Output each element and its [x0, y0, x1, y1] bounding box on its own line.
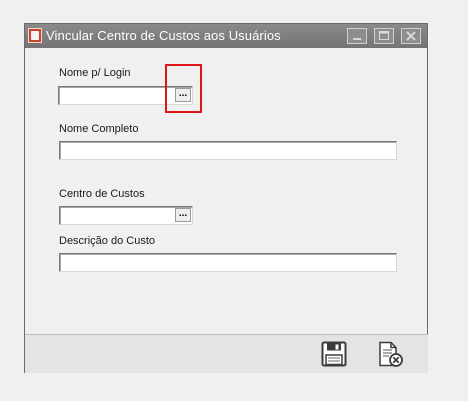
- maximize-icon: [379, 31, 389, 40]
- cost-description-label: Descrição do Custo: [59, 235, 155, 247]
- cancel-document-icon: [379, 341, 403, 367]
- cost-center-lookup-button[interactable]: ...: [175, 208, 191, 222]
- cost-center-label: Centro de Custos: [59, 188, 145, 200]
- full-name-label: Nome Completo: [59, 123, 139, 135]
- full-name-input[interactable]: [59, 141, 397, 160]
- cost-description-input[interactable]: [59, 253, 397, 272]
- save-icon: [321, 341, 347, 367]
- window-title: Vincular Centro de Custos aos Usuários: [46, 28, 281, 43]
- close-icon: [406, 31, 416, 41]
- cost-center-input[interactable]: [59, 206, 193, 225]
- cancel-button[interactable]: [376, 340, 404, 368]
- dialog-footer: [25, 334, 428, 373]
- minimize-icon: [353, 38, 361, 40]
- app-icon: [28, 28, 42, 43]
- maximize-button[interactable]: [374, 28, 394, 44]
- title-bar[interactable]: Vincular Centro de Custos aos Usuários: [25, 24, 427, 48]
- highlight-box: [165, 64, 202, 113]
- login-label: Nome p/ Login: [59, 67, 131, 79]
- save-button[interactable]: [320, 340, 348, 368]
- minimize-button[interactable]: [347, 28, 367, 44]
- close-button[interactable]: [401, 28, 421, 44]
